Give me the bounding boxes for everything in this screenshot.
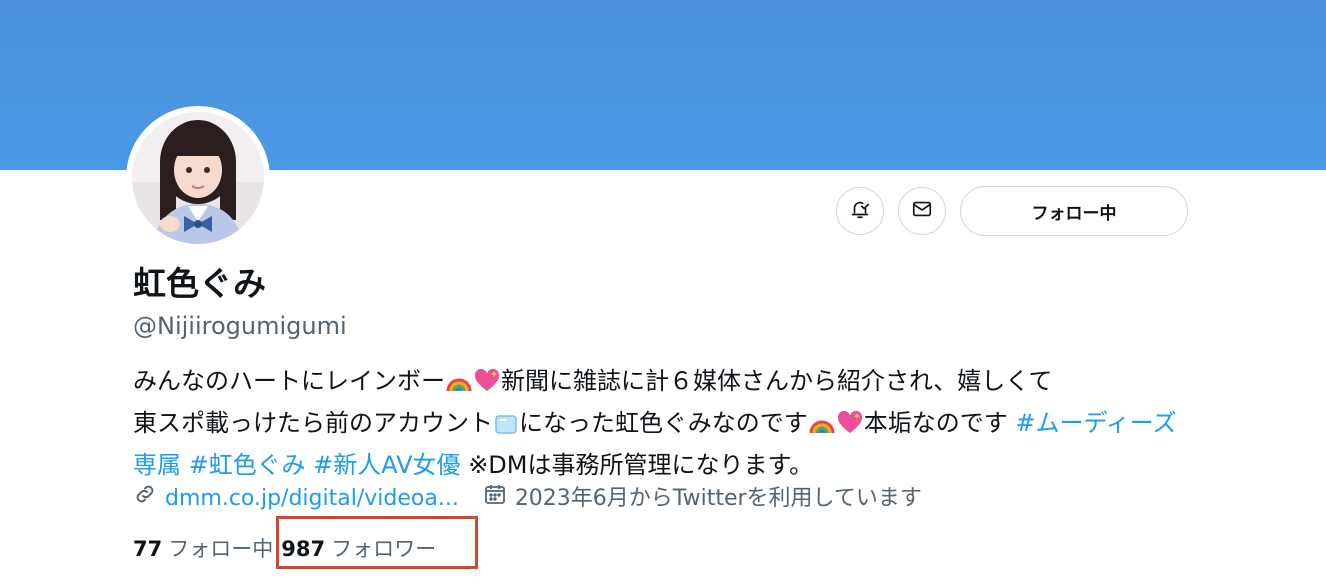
ice-cube-icon xyxy=(494,408,518,446)
join-date-item: 2023年6月からTwitterを利用しています xyxy=(483,482,922,516)
link-icon xyxy=(133,482,165,516)
bio-text: 東スポ載っけたら前のアカウント xyxy=(133,409,493,437)
bio-text: 新聞に雑誌に計６媒体さんから紹介され、嬉しくて xyxy=(501,367,1053,395)
calendar-icon xyxy=(483,482,515,516)
bio-text: 本垢なのです xyxy=(863,409,1016,437)
following-label: フォロー中 xyxy=(168,537,274,561)
message-button[interactable] xyxy=(898,187,946,235)
sparkling-heart-icon xyxy=(474,366,500,404)
website-item[interactable]: dmm.co.jp/digital/videoa... xyxy=(133,482,459,516)
rainbow-icon xyxy=(809,408,835,446)
bio-text: になった虹色ぐみなのです xyxy=(519,409,808,437)
user-handle: @Nijiirogumigumi xyxy=(133,312,347,340)
join-date-text: 2023年6月からTwitterを利用しています xyxy=(514,486,922,511)
avatar[interactable] xyxy=(126,106,270,250)
notification-button[interactable] xyxy=(836,187,884,235)
profile-bio: みんなのハートにレインボー 新聞に雑誌に計６媒体さんから紹介され、嬉しくて 東スポ… xyxy=(133,362,1193,484)
bio-text: みんなのハートにレインボー xyxy=(133,367,445,395)
profile-page: フォロー中 虹色ぐみ @Nijiirogumigumi みんなのハートにレインボ… xyxy=(0,0,1326,588)
bio-text: ※DMは事務所管理になります。 xyxy=(468,451,814,479)
hashtag-link[interactable]: #新人AV女優 xyxy=(313,451,460,479)
hashtag-link[interactable]: #虹色ぐみ xyxy=(189,451,306,479)
profile-meta: dmm.co.jp/digital/videoa... 2023年6月からTwi… xyxy=(133,482,922,516)
bell-check-icon xyxy=(849,198,871,224)
avatar-image xyxy=(132,112,264,244)
rainbow-icon xyxy=(446,366,472,404)
highlight-box xyxy=(276,516,478,569)
following-button[interactable]: フォロー中 xyxy=(960,186,1188,236)
mail-icon xyxy=(911,198,933,224)
profile-actions: フォロー中 xyxy=(836,186,1188,236)
following-stat[interactable]: 77 フォロー中 xyxy=(133,532,273,566)
sparkling-heart-icon xyxy=(837,408,863,446)
display-name: 虹色ぐみ xyxy=(133,264,266,303)
following-count: 77 xyxy=(133,537,163,561)
website-link[interactable]: dmm.co.jp/digital/videoa... xyxy=(165,483,459,515)
